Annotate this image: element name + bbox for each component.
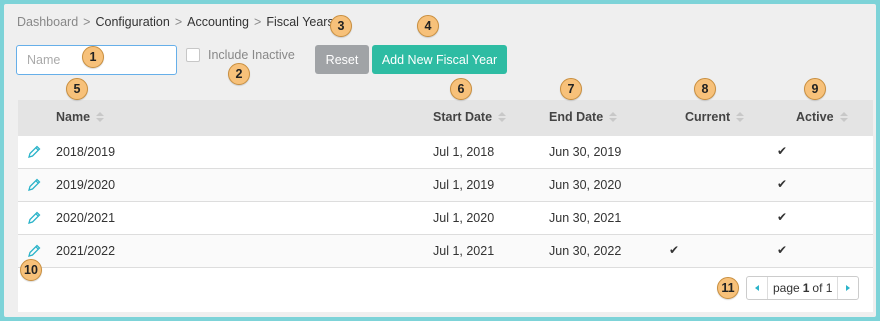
table-row: 2021/2022 Jul 1, 2021 Jun 30, 2022 ✔ ✔ — [18, 235, 873, 268]
cell-name: 2020/2021 — [56, 211, 116, 225]
total-pages: 1 — [825, 281, 833, 295]
column-header-current[interactable]: Current — [685, 110, 745, 124]
breadcrumb-dashboard[interactable]: Dashboard — [17, 15, 78, 29]
cell-start-date: Jul 1, 2020 — [433, 211, 495, 225]
sort-icon[interactable] — [96, 112, 105, 122]
cell-start-date: Jul 1, 2018 — [433, 145, 495, 159]
page-prefix: page — [773, 281, 800, 295]
column-header-label: Start Date — [433, 110, 493, 124]
column-header-end-date[interactable]: End Date — [549, 110, 618, 124]
include-inactive-toggle[interactable]: Include Inactive — [186, 48, 295, 62]
add-new-fiscal-year-button[interactable]: Add New Fiscal Year — [372, 45, 507, 74]
pencil-icon[interactable] — [26, 177, 42, 193]
breadcrumb-separator: > — [174, 15, 183, 29]
table-row: 2020/2021 Jul 1, 2020 Jun 30, 2021 ✔ — [18, 202, 873, 235]
column-header-start-date[interactable]: Start Date — [433, 110, 507, 124]
page-frame: Dashboard > Configuration > Accounting > Fisca… — [4, 4, 876, 317]
active-check-icon: ✔ — [777, 177, 788, 191]
callout-badge: 5 — [66, 78, 88, 100]
callout-badge: 2 — [228, 63, 250, 85]
include-inactive-label: Include Inactive — [208, 48, 295, 62]
cell-start-date: Jul 1, 2021 — [433, 244, 495, 258]
include-inactive-checkbox[interactable] — [186, 48, 200, 62]
previous-page-button[interactable] — [747, 277, 767, 299]
column-header-name[interactable]: Name — [56, 110, 105, 124]
cell-end-date: Jun 30, 2019 — [549, 145, 622, 159]
breadcrumb-accounting[interactable]: Accounting — [187, 15, 249, 29]
sort-icon[interactable] — [736, 112, 745, 122]
column-header-label: End Date — [549, 110, 604, 124]
sort-icon[interactable] — [609, 112, 618, 122]
cell-name: 2019/2020 — [56, 178, 116, 192]
pencil-icon[interactable] — [26, 210, 42, 226]
sort-icon[interactable] — [839, 112, 848, 122]
breadcrumb-fiscal-years: Fiscal Years — [266, 15, 334, 29]
table-header: Name Start Date End Date Current Active — [18, 100, 873, 136]
callout-badge: 1 — [82, 46, 104, 68]
pencil-icon[interactable] — [26, 243, 42, 259]
current-page: 1 — [802, 281, 810, 295]
breadcrumb-separator: > — [254, 15, 262, 29]
page-of: of — [812, 281, 823, 295]
column-header-active[interactable]: Active — [796, 110, 848, 124]
breadcrumb: Dashboard > Configuration > Accounting > Fisca… — [17, 15, 334, 29]
column-header-label: Current — [685, 110, 731, 124]
callout-badge: 8 — [694, 78, 716, 100]
callout-badge: 3 — [330, 15, 352, 37]
next-page-button[interactable] — [838, 277, 858, 299]
page-indicator: page 1 of 1 — [767, 277, 839, 299]
active-check-icon: ✔ — [777, 243, 788, 257]
table-row: 2018/2019 Jul 1, 2018 Jun 30, 2019 ✔ — [18, 136, 873, 169]
pencil-icon[interactable] — [26, 144, 42, 160]
pagination: page 1 of 1 — [746, 276, 860, 300]
breadcrumb-configuration[interactable]: Configuration — [95, 15, 169, 29]
cell-name: 2021/2022 — [56, 244, 116, 258]
cell-name: 2018/2019 — [56, 145, 116, 159]
reset-button[interactable]: Reset — [315, 45, 369, 74]
column-header-label: Active — [796, 110, 834, 124]
callout-badge: 11 — [717, 277, 739, 299]
column-header-label: Name — [56, 110, 91, 124]
cell-end-date: Jun 30, 2020 — [549, 178, 622, 192]
active-check-icon: ✔ — [777, 210, 788, 224]
callout-badge: 9 — [804, 78, 826, 100]
cell-start-date: Jul 1, 2019 — [433, 178, 495, 192]
callout-badge: 10 — [20, 259, 42, 281]
active-check-icon: ✔ — [777, 144, 788, 158]
cell-end-date: Jun 30, 2022 — [549, 244, 622, 258]
callout-badge: 4 — [417, 15, 439, 37]
breadcrumb-separator: > — [83, 15, 91, 29]
current-check-icon: ✔ — [669, 243, 680, 257]
callout-badge: 6 — [450, 78, 472, 100]
table-row: 2019/2020 Jul 1, 2019 Jun 30, 2020 ✔ — [18, 169, 873, 202]
fiscal-years-table: Name Start Date End Date Current Active — [18, 100, 873, 312]
callout-badge: 7 — [560, 78, 582, 100]
cell-end-date: Jun 30, 2021 — [549, 211, 622, 225]
sort-icon[interactable] — [498, 112, 507, 122]
